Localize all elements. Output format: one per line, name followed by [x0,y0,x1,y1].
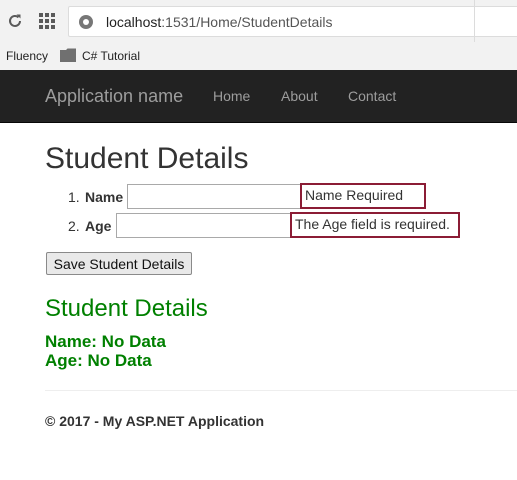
name-error-message: Name Required [300,183,426,209]
nav-contact[interactable]: Contact [348,88,396,104]
bookmark-fluency[interactable]: Fluency [6,49,48,63]
site-info-icon[interactable] [78,14,94,30]
name-label: Name [85,189,124,205]
folder-icon [60,48,76,62]
bookmarks-bar: Fluency C# Tutorial [0,42,517,70]
toolbar-divider [474,0,475,42]
row-number: 2. [68,218,80,234]
reload-icon[interactable] [4,10,26,32]
brand-link[interactable]: Application name [45,86,183,107]
page-title: Student Details [45,142,249,175]
address-bar[interactable]: localhost:1531/Home/StudentDetails [68,6,517,37]
apps-grid-icon[interactable] [36,10,58,32]
age-input[interactable] [116,213,291,238]
browser-toolbar: localhost:1531/Home/StudentDetails [0,0,517,42]
site-navbar: Application name Home About Contact [0,70,517,123]
name-input[interactable] [127,184,302,209]
save-student-details-button[interactable]: Save Student Details [46,252,192,275]
bookmark-csharp-tutorial[interactable]: C# Tutorial [82,49,140,63]
url-path: :1531/Home/StudentDetails [161,13,333,30]
footer-divider [45,390,517,391]
student-age-detail: Age: No Data [45,351,152,370]
age-label: Age [85,218,112,234]
age-error-message: The Age field is required. [290,212,460,238]
row-number: 1. [68,189,80,205]
nav-home[interactable]: Home [213,88,250,104]
url-text: localhost:1531/Home/StudentDetails [106,14,332,30]
form-row-name: 1. Name Name Required [0,183,517,209]
url-host: localhost [106,13,162,30]
details-heading: Student Details [45,295,208,322]
student-name-detail: Name: No Data [45,332,166,351]
nav-about[interactable]: About [281,88,318,104]
form-row-age: 2. Age The Age field is required. [0,212,517,238]
footer-copyright: © 2017 - My ASP.NET Application [45,413,265,429]
